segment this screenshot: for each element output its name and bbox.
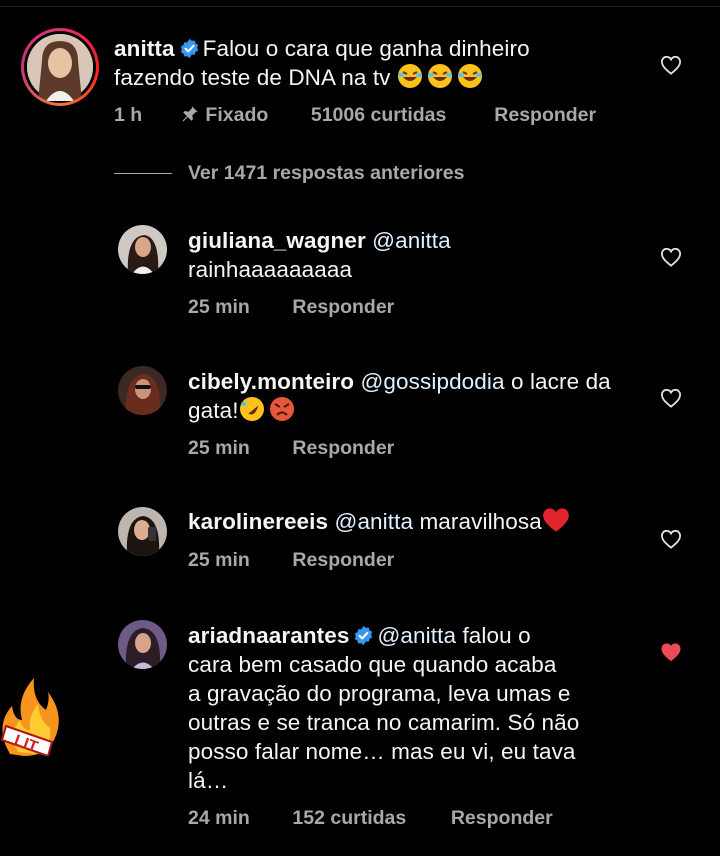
avatar[interactable] bbox=[24, 31, 96, 103]
comment-body-line: a gravação do programa, leva umas e bbox=[188, 681, 571, 706]
username[interactable]: giuliana_wagner bbox=[188, 228, 366, 253]
top-divider bbox=[0, 6, 720, 7]
verified-badge-icon bbox=[355, 625, 373, 646]
comment-meta: 24 min 152 curtidas Responder bbox=[188, 807, 553, 830]
avatar[interactable] bbox=[118, 620, 167, 669]
comment-body-line: outras e se tranca no camarim. Só não bbox=[188, 710, 580, 735]
reply-button[interactable]: Responder bbox=[292, 296, 394, 319]
comment-body-line: falou o bbox=[462, 623, 531, 648]
comment-text: anitta Falou o cara que ganha dinheiro fa… bbox=[114, 34, 594, 96]
verified-badge-icon bbox=[180, 38, 198, 59]
comment-meta: 1 h Fixado 51006 curtidas Responder bbox=[114, 104, 596, 127]
likes-count[interactable]: 51006 curtidas bbox=[311, 104, 489, 127]
liked-heart-icon[interactable] bbox=[660, 642, 682, 662]
comment-text: cibely.monteiro @gossipdodia o lacre da … bbox=[188, 367, 658, 429]
pinned-label: Fixado bbox=[181, 104, 305, 127]
lit-sticker: LIT bbox=[0, 676, 60, 761]
avatar[interactable] bbox=[118, 507, 167, 556]
comment-time: 25 min bbox=[188, 437, 250, 459]
reply-button[interactable]: Responder bbox=[292, 437, 394, 460]
username[interactable]: anitta bbox=[114, 36, 175, 61]
comment-body-line: lá… bbox=[188, 768, 229, 793]
mention-link[interactable]: @gossipdodia bbox=[360, 369, 504, 394]
red-heart-emoji-icon bbox=[542, 507, 570, 540]
replies-divider bbox=[114, 173, 172, 175]
comment-text: giuliana_wagner @anitta rainhaaaaaaaaa bbox=[188, 226, 648, 284]
like-heart-icon[interactable] bbox=[660, 247, 682, 267]
comment-time: 24 min bbox=[188, 807, 250, 829]
username[interactable]: karolinereeis bbox=[188, 509, 328, 534]
comment-body: rainhaaaaaaaaa bbox=[188, 257, 353, 282]
rofl-and-angry-emoji-icon bbox=[239, 396, 295, 429]
comment-body-line: cara bem casado que quando acaba bbox=[188, 652, 557, 677]
like-heart-icon[interactable] bbox=[660, 55, 682, 75]
mention-link[interactable]: @anitta bbox=[372, 228, 451, 253]
comment-text: karolinereeis @anitta maravilhosa bbox=[188, 507, 648, 540]
view-previous-replies[interactable]: Ver 1471 respostas anteriores bbox=[114, 162, 464, 185]
comment-meta: 25 min Responder bbox=[188, 296, 394, 319]
comment-body: maravilhosa bbox=[419, 509, 542, 534]
comment-time: 25 min bbox=[188, 549, 250, 571]
like-heart-icon[interactable] bbox=[660, 388, 682, 408]
mention-link[interactable]: @anitta bbox=[335, 509, 414, 534]
avatar[interactable] bbox=[118, 225, 167, 274]
comment-meta: 25 min Responder bbox=[188, 549, 394, 572]
comment-time: 1 h bbox=[114, 104, 143, 126]
reply-button[interactable]: Responder bbox=[494, 104, 596, 127]
likes-count[interactable]: 152 curtidas bbox=[292, 807, 445, 830]
comment-time: 25 min bbox=[188, 296, 250, 318]
username[interactable]: cibely.monteiro bbox=[188, 369, 354, 394]
reply-button[interactable]: Responder bbox=[292, 549, 394, 572]
avatar[interactable] bbox=[118, 366, 167, 415]
fire-icon: LIT bbox=[0, 678, 59, 758]
comment-body-line: posso falar nome… mas eu vi, eu tava bbox=[188, 739, 576, 764]
like-heart-icon[interactable] bbox=[660, 529, 682, 549]
reply-button[interactable]: Responder bbox=[451, 807, 553, 830]
username[interactable]: ariadnaarantes bbox=[188, 623, 349, 648]
laughing-emoji-icon bbox=[397, 63, 483, 96]
mention-link[interactable]: @anitta bbox=[377, 623, 456, 648]
comment-text: ariadnaarantes @anitta falou o cara bem c… bbox=[188, 621, 658, 795]
comment-meta: 25 min Responder bbox=[188, 437, 394, 460]
pin-icon bbox=[182, 106, 198, 122]
